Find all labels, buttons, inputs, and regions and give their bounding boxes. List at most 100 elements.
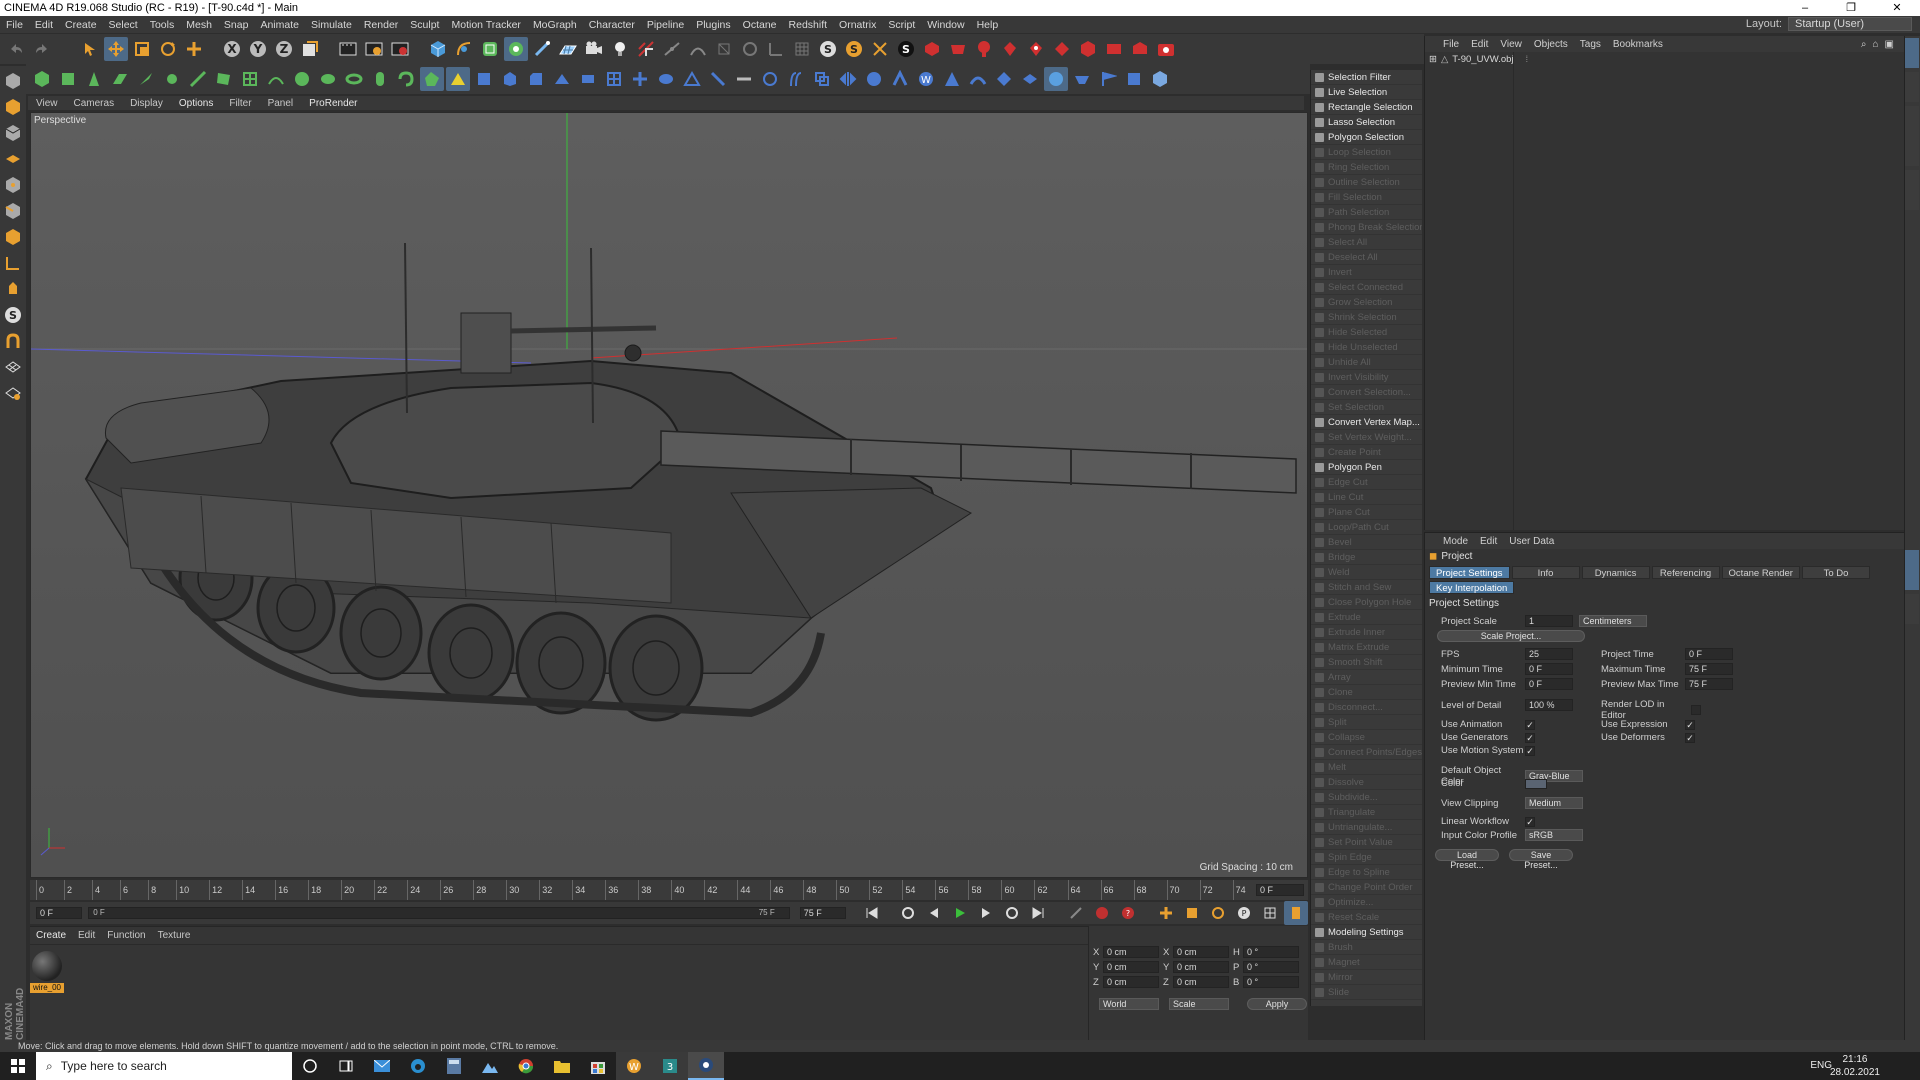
command-item[interactable]: Bevel [1311, 535, 1422, 550]
script-s-icon[interactable]: S [894, 37, 918, 61]
floor-object-icon[interactable] [556, 37, 580, 61]
view-clipping-dropdown[interactable]: Medium [1525, 797, 1583, 809]
tab-octane-render[interactable]: Octane Render [1721, 566, 1800, 579]
command-item[interactable]: Triangulate [1311, 805, 1422, 820]
texture-left-icon[interactable] [2, 122, 24, 144]
command-item[interactable]: Ring Selection [1311, 160, 1422, 175]
render-settings-icon[interactable] [388, 37, 412, 61]
visibility-icon[interactable]: ⁞ [1526, 54, 1529, 65]
motext-icon[interactable]: W [914, 67, 938, 91]
menu-mograph[interactable]: MoGraph [527, 19, 583, 31]
command-item[interactable]: Extrude [1311, 610, 1422, 625]
command-item[interactable]: Optimize... [1311, 895, 1422, 910]
axis-left-icon[interactable] [2, 252, 24, 274]
command-item[interactable]: Grow Selection [1311, 295, 1422, 310]
command-item[interactable]: Smooth Shift [1311, 655, 1422, 670]
edge-mode-icon[interactable] [186, 67, 210, 91]
command-item[interactable]: Path Selection [1311, 205, 1422, 220]
command-item[interactable]: Connect Points/Edges [1311, 745, 1422, 760]
expand-icon[interactable]: ⊞ [1429, 54, 1437, 65]
command-item[interactable]: Plane Cut [1311, 505, 1422, 520]
effector-icon[interactable] [940, 67, 964, 91]
command-item[interactable]: Close Polygon Hole [1311, 595, 1422, 610]
key-pla-icon[interactable] [1258, 901, 1282, 925]
polygons-left-icon[interactable] [2, 226, 24, 248]
polygon-pen-icon[interactable] [420, 67, 444, 91]
redshift-object-2-icon[interactable] [946, 37, 970, 61]
tab-objects-vertical[interactable] [1905, 38, 1919, 68]
tab-to-do[interactable]: To Do [1801, 566, 1870, 579]
fps-field[interactable]: 25 [1525, 648, 1573, 660]
make-editable-left-icon[interactable] [2, 70, 24, 92]
tab-layers-vertical[interactable] [1905, 594, 1919, 624]
key-rotation-icon[interactable] [1206, 901, 1230, 925]
viewport-menu-options[interactable]: Options [171, 98, 221, 109]
render-lod-checkbox[interactable] [1691, 705, 1701, 715]
use-generators-checkbox[interactable]: ✓ [1525, 732, 1535, 743]
end-frame-field[interactable]: 75 F [799, 907, 846, 919]
menu-simulate[interactable]: Simulate [305, 19, 358, 31]
menu-window[interactable]: Window [921, 19, 970, 31]
command-item[interactable]: Set Point Value [1311, 835, 1422, 850]
record-active-icon[interactable]: ? [1116, 901, 1140, 925]
photos-icon[interactable] [472, 1052, 508, 1080]
command-item[interactable]: Clone [1311, 685, 1422, 700]
command-item[interactable]: Deselect All [1311, 250, 1422, 265]
command-item[interactable]: Live Selection [1311, 85, 1422, 100]
workplane-mode-icon[interactable] [108, 67, 132, 91]
coordinate-mode-dropdown[interactable]: World [1099, 998, 1159, 1010]
loop-icon[interactable] [1000, 901, 1024, 925]
redshift-camera-icon[interactable] [1154, 37, 1178, 61]
weld-icon[interactable] [576, 67, 600, 91]
command-item[interactable]: Phong Break Selection [1311, 220, 1422, 235]
input-profile-dropdown[interactable]: sRGB [1525, 829, 1583, 841]
use-motion-checkbox[interactable]: ✓ [1525, 745, 1535, 756]
store-icon[interactable] [580, 1052, 616, 1080]
y-axis-lock-icon[interactable]: Y [246, 37, 270, 61]
chrome-icon[interactable] [508, 1052, 544, 1080]
bevel-icon[interactable] [524, 67, 548, 91]
command-item[interactable]: Bridge [1311, 550, 1422, 565]
file-explorer-icon[interactable] [544, 1052, 580, 1080]
apply-button[interactable]: Apply [1247, 998, 1307, 1010]
redshift-point-icon[interactable] [1024, 37, 1048, 61]
viewport-menu-prorender[interactable]: ProRender [301, 98, 365, 109]
maximize-button[interactable]: ❐ [1828, 0, 1874, 16]
command-item[interactable]: Unhide All [1311, 355, 1422, 370]
min-time-field[interactable]: 0 F [1525, 663, 1573, 675]
extrude-icon[interactable] [472, 67, 496, 91]
cortana-icon[interactable] [292, 1052, 328, 1080]
command-item[interactable]: Select Connected [1311, 280, 1422, 295]
symmetry-icon[interactable] [836, 67, 860, 91]
size-y-field[interactable]: 0 cm [1173, 961, 1229, 973]
object-menu-bookmarks[interactable]: Bookmarks [1613, 39, 1663, 50]
tab-structure-vertical[interactable] [1905, 170, 1919, 210]
guide-icon[interactable] [712, 37, 736, 61]
material-menu-edit[interactable]: Edit [78, 930, 95, 941]
project-scale-unit-dropdown[interactable]: Centimeters [1579, 615, 1647, 627]
matrix-extrude-icon[interactable] [680, 67, 704, 91]
keyframe-move-icon[interactable] [1064, 901, 1088, 925]
menu-file[interactable]: File [0, 19, 29, 31]
app-w-icon[interactable]: W [616, 1052, 652, 1080]
hair-icon[interactable] [784, 67, 808, 91]
lod-field[interactable]: 100 % [1525, 699, 1573, 711]
flag-icon[interactable] [1096, 67, 1120, 91]
scale-tool-icon[interactable] [130, 37, 154, 61]
material-menu-texture[interactable]: Texture [158, 930, 191, 941]
command-item[interactable]: Fill Selection [1311, 190, 1422, 205]
command-item[interactable]: Mirror [1311, 970, 1422, 985]
menu-render[interactable]: Render [358, 19, 404, 31]
command-item[interactable]: Set Vertex Weight... [1311, 430, 1422, 445]
model-left-icon[interactable] [2, 96, 24, 118]
tab-key-interpolation[interactable]: Key Interpolation [1429, 581, 1515, 594]
render-view-icon[interactable] [336, 37, 360, 61]
next-key-icon[interactable] [974, 901, 998, 925]
tab-dynamics[interactable]: Dynamics [1581, 566, 1650, 579]
object-menu-objects[interactable]: Objects [1534, 39, 1568, 50]
command-item[interactable]: Hide Unselected [1311, 340, 1422, 355]
undo-icon[interactable] [4, 37, 28, 61]
command-item[interactable]: Array [1311, 670, 1422, 685]
rotation-b-field[interactable]: 0 ° [1243, 976, 1299, 988]
python-icon[interactable] [394, 67, 418, 91]
